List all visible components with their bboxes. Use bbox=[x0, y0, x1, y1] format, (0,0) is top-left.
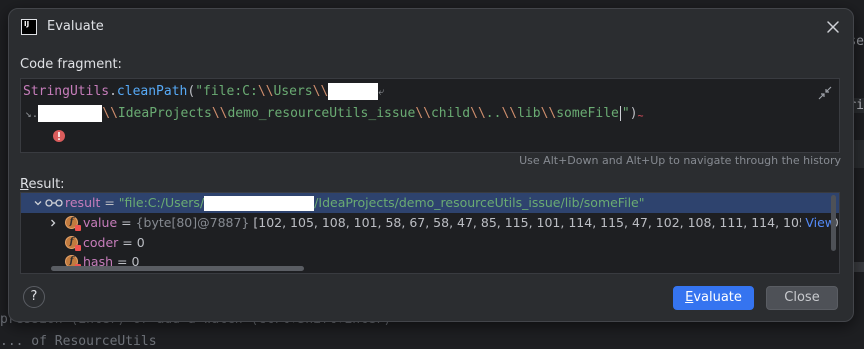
class-token: StringUtils bbox=[23, 84, 110, 99]
evaluate-dialog: IJ Evaluate Code fragment: StringUtils.c… bbox=[8, 8, 854, 322]
private-lock-icon bbox=[75, 245, 81, 251]
evaluate-button[interactable]: Evaluate bbox=[673, 286, 754, 310]
escape-token: \\ bbox=[470, 106, 486, 121]
path-segment-token: child bbox=[430, 106, 471, 121]
tree-row-coder[interactable]: f coder = 0 bbox=[21, 233, 839, 253]
background-tree-text: ... of ResourceUtils bbox=[0, 334, 157, 349]
string-start-token: "file:C: bbox=[195, 84, 258, 99]
chevron-right-icon[interactable] bbox=[47, 217, 59, 229]
path-segment-token: demo_resourceUtils_issue bbox=[227, 106, 416, 121]
equals-sign: = bbox=[117, 215, 136, 230]
escape-token: \\ bbox=[415, 106, 431, 121]
tree-row-result[interactable]: result = "file:C:/Users/ /IdeaProjects/de… bbox=[21, 193, 839, 213]
equals-sign: = bbox=[118, 235, 137, 250]
method-token: cleanPath bbox=[116, 84, 188, 99]
code-fragment-editor[interactable]: StringUtils.cleanPath("file:C:\\Users\\ ⤶… bbox=[20, 78, 840, 153]
dialog-title: Evaluate bbox=[47, 19, 104, 34]
tree-row-value[interactable]: f value = {byte[80]@7887} [102, 105, 108… bbox=[21, 213, 839, 233]
path-segment-token: lib bbox=[517, 106, 541, 121]
escape-token: \\ bbox=[312, 84, 329, 99]
soft-wrap-icon: ⤶ bbox=[378, 85, 385, 98]
equals-sign: = bbox=[100, 195, 119, 210]
history-navigation-hint: Use Alt+Down and Alt+Up to navigate thro… bbox=[519, 154, 841, 167]
close-button[interactable]: Close bbox=[766, 286, 838, 310]
intellij-logo-icon: IJ bbox=[21, 19, 37, 35]
close-icon[interactable] bbox=[823, 17, 843, 37]
error-icon[interactable] bbox=[52, 129, 66, 143]
code-fragment-label: Code fragment: bbox=[20, 57, 122, 72]
private-lock-icon bbox=[75, 225, 81, 231]
soft-wrap-continuation-icon: ↘. bbox=[25, 107, 39, 120]
escape-token: \\ bbox=[211, 106, 228, 121]
result-label: Result: bbox=[20, 177, 65, 192]
paren-close-token: ) bbox=[629, 106, 638, 121]
horizontal-scrollbar[interactable] bbox=[51, 266, 304, 271]
collapse-icon[interactable] bbox=[817, 85, 833, 101]
path-segment-token: someFile bbox=[556, 106, 619, 121]
escape-token: \\ bbox=[257, 84, 274, 99]
field-icon: f bbox=[65, 236, 81, 251]
field-icon: f bbox=[65, 216, 81, 231]
result-tree[interactable]: result = "file:C:/Users/ /IdeaProjects/de… bbox=[20, 192, 840, 274]
chevron-down-icon[interactable] bbox=[32, 197, 44, 209]
variable-name: coder bbox=[83, 235, 119, 250]
path-segment-token: .. bbox=[485, 106, 502, 121]
result-label-text: esult: bbox=[28, 177, 65, 192]
path-segment-token: IdeaProjects bbox=[117, 106, 212, 121]
redacted-block bbox=[204, 196, 315, 211]
escape-token: \\ bbox=[102, 106, 118, 121]
redacted-block bbox=[38, 105, 103, 122]
numeric-value: 0 bbox=[136, 235, 145, 250]
error-squiggle: ~ bbox=[637, 111, 644, 122]
dialog-titlebar[interactable]: IJ Evaluate bbox=[9, 9, 853, 45]
text-caret bbox=[619, 106, 621, 121]
string-value: "file:C:/Users/ bbox=[118, 195, 205, 210]
escape-token: \\ bbox=[501, 106, 518, 121]
vertical-scrollbar[interactable] bbox=[831, 195, 836, 251]
path-segment-token: Users bbox=[273, 84, 313, 99]
redacted-block bbox=[328, 83, 379, 100]
evaluate-button-label: valuate bbox=[693, 290, 742, 305]
object-id: {byte[80]@7887} bbox=[135, 215, 250, 230]
view-link[interactable]: View bbox=[801, 213, 835, 233]
array-value: [102, 105, 108, 101, 58, 67, 58, 47, 85,… bbox=[249, 215, 840, 230]
variable-name: result bbox=[65, 195, 101, 210]
code-line-2: ↘. \\IdeaProjects\\demo_resourceUtils_iss… bbox=[25, 105, 644, 122]
string-end-token: " bbox=[621, 106, 630, 121]
variable-name: value bbox=[83, 215, 118, 230]
watch-result-icon bbox=[45, 199, 63, 207]
dot-token: . bbox=[109, 84, 117, 99]
escape-token: \\ bbox=[540, 106, 557, 121]
string-value: /IdeaProjects/demo_resourceUtils_issue/l… bbox=[314, 195, 645, 210]
help-button[interactable]: ? bbox=[23, 286, 45, 308]
code-line-1: StringUtils.cleanPath("file:C:\\Users\\ ⤶ bbox=[23, 83, 384, 100]
